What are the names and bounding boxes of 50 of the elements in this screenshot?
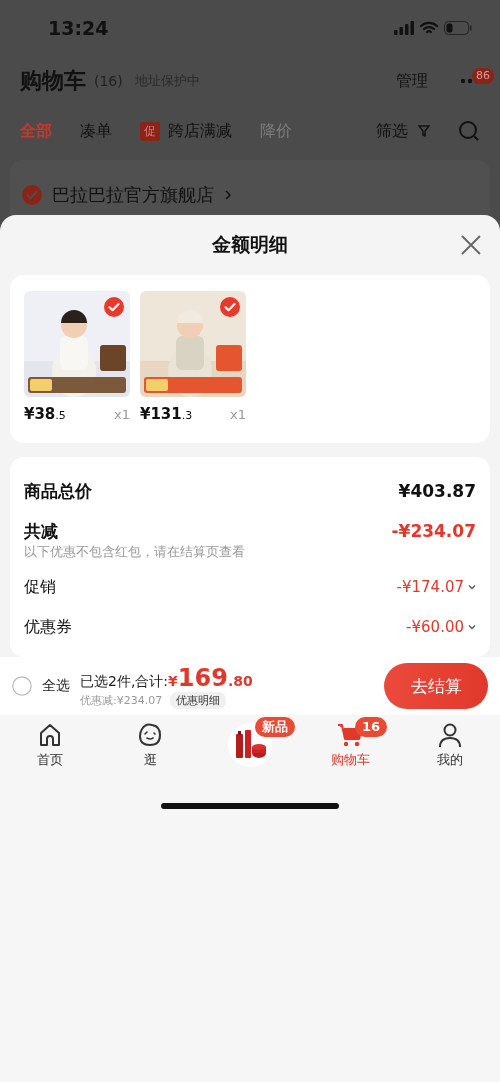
caret-icon[interactable]: [468, 584, 476, 590]
discount-item-label: 促销: [24, 576, 56, 598]
store-name[interactable]: 巴拉巴拉官方旗舰店: [52, 183, 214, 207]
close-icon[interactable]: [460, 234, 482, 256]
check-icon[interactable]: [220, 297, 240, 317]
total-amount: ¥169.80: [168, 663, 253, 692]
status-time: 13:24: [48, 17, 109, 39]
notification-badge: 86: [472, 68, 494, 84]
discount-detail-button[interactable]: 优惠明细: [170, 691, 227, 709]
product-quantity: x1: [114, 407, 130, 422]
nav-badge: 新品: [255, 717, 295, 737]
discount-value: -¥234.07: [391, 521, 476, 541]
product-price: ¥131.3: [140, 405, 193, 423]
nav-tab[interactable]: 首页: [37, 751, 63, 769]
discount-item-value[interactable]: -¥174.07: [396, 578, 464, 596]
total-label: 商品总价: [24, 479, 92, 503]
signal-icon: [394, 21, 414, 35]
promo-tag: 促: [140, 121, 160, 141]
nav-tab[interactable]: 逛: [143, 751, 157, 769]
discount-item-value[interactable]: -¥60.00: [406, 618, 464, 636]
filter-tab[interactable]: 凑单: [80, 120, 112, 142]
check-icon[interactable]: [22, 185, 42, 205]
discount-note: 以下优惠不包含红包，请在结算页查看: [24, 543, 246, 561]
page-title: 购物车: [20, 67, 86, 95]
filter-icon[interactable]: [418, 125, 430, 137]
check-icon[interactable]: [12, 676, 32, 696]
nav-tab[interactable]: 我的: [437, 751, 463, 769]
product-price: ¥38.5: [24, 405, 66, 423]
chevron-icon: [224, 189, 232, 201]
manage-button[interactable]: 管理: [396, 70, 428, 92]
check-icon[interactable]: [104, 297, 124, 317]
nav-tab[interactable]: 购物车: [330, 751, 370, 769]
filter-tab[interactable]: 跨店满减: [168, 120, 232, 142]
wifi-icon: [420, 21, 438, 35]
nav-badge: 16: [355, 717, 388, 737]
discount-label: 共减: [24, 519, 58, 543]
user-icon: [436, 721, 464, 749]
caret-icon[interactable]: [468, 624, 476, 630]
product-quantity: x1: [230, 407, 246, 422]
selected-summary: 已选2件,合计:: [80, 672, 169, 691]
total-value: ¥403.87: [398, 481, 476, 501]
search-icon[interactable]: [458, 120, 480, 142]
checkout-button[interactable]: 去结算: [384, 663, 488, 709]
saving-text: 优惠减:¥234.07: [80, 692, 163, 708]
face-icon: [136, 721, 164, 749]
filter-button[interactable]: 筛选: [376, 120, 408, 142]
sheet-title: 金额明细: [212, 232, 288, 257]
battery-icon: [444, 21, 472, 35]
discount-item-label: 优惠券: [24, 616, 72, 638]
select-all-label[interactable]: 全选: [42, 677, 70, 695]
